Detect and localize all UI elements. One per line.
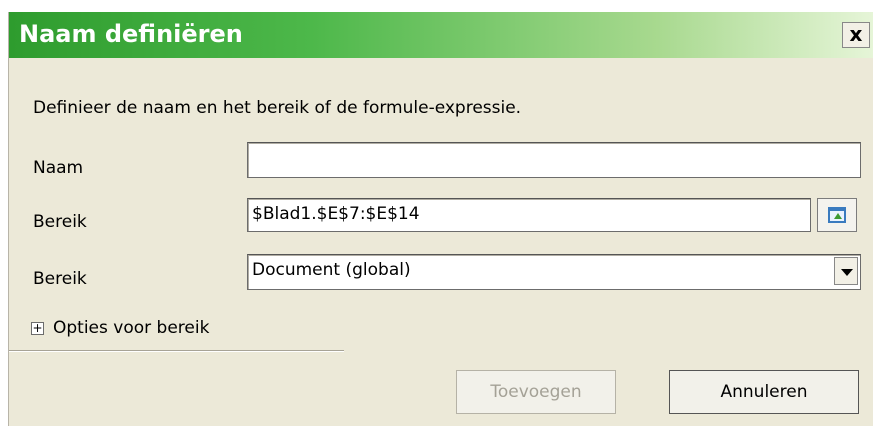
- description-text: Definieer de naam en het bereik of de fo…: [33, 98, 522, 118]
- name-input[interactable]: [247, 142, 861, 178]
- shrink-icon: [828, 207, 846, 223]
- shrink-dialog-button[interactable]: [817, 198, 857, 232]
- scope-select-value: Document (global): [252, 260, 411, 280]
- cancel-button[interactable]: Annuleren: [669, 370, 859, 414]
- chevron-down-icon[interactable]: [834, 257, 858, 285]
- scope-label: Bereik: [33, 269, 87, 289]
- close-button[interactable]: x: [842, 22, 870, 48]
- separator: [9, 350, 344, 352]
- close-icon: x: [849, 22, 863, 46]
- name-label: Naam: [33, 158, 84, 178]
- title-bar[interactable]: Naam definiëren x: [9, 12, 873, 58]
- range-input-value: $Blad1.$E$7:$E$14: [252, 204, 420, 224]
- add-button[interactable]: Toevoegen: [456, 370, 616, 414]
- range-options-toggle[interactable]: Opties voor bereik: [53, 318, 209, 338]
- scope-select[interactable]: Document (global): [247, 254, 861, 290]
- define-name-dialog: Naam definiëren x Definieer de naam en h…: [8, 12, 873, 426]
- range-input[interactable]: $Blad1.$E$7:$E$14: [247, 198, 811, 232]
- range-label: Bereik: [33, 212, 87, 232]
- expand-icon[interactable]: +: [31, 322, 44, 335]
- dialog-title: Naam definiëren: [19, 20, 243, 48]
